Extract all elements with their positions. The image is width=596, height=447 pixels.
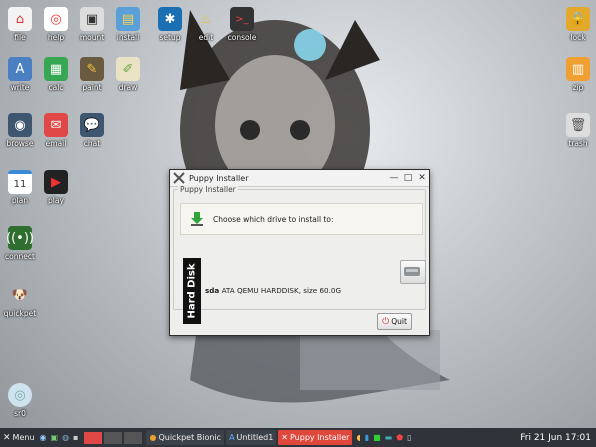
teapot-icon: ♨ [200,11,212,27]
maximize-button[interactable]: □ [401,173,415,183]
calendar-icon: 11 [8,170,32,194]
desktop-icon-trash[interactable]: 🗑 trash [558,113,596,148]
workspace-2[interactable] [104,431,123,444]
quicklaunch-terminal-icon[interactable]: ▪ [73,433,78,442]
desktop-icon-sr0[interactable]: ◎ sr0 [0,383,40,418]
quickpet-task-icon: ● [149,433,157,442]
lock-icon: 🔒 [566,7,590,31]
desktop-icon-paint[interactable]: ✎ paint [72,57,112,92]
drive-select-button[interactable] [400,260,426,284]
prompt-banner: Choose which drive to install to: [180,203,423,235]
installer-task-icon: ✕ [281,433,288,442]
volume-icon[interactable]: ◖ [356,433,360,442]
close-button[interactable]: ✕ [415,173,429,183]
paint-brush-icon: ✎ [80,57,104,81]
workspace-1[interactable] [84,431,103,444]
desktop-icon-zip[interactable]: ▥ zip [558,57,596,92]
tab-hard-disk[interactable]: Hard Disk [183,258,201,324]
antenna-icon: ((•)) [6,226,34,250]
play-icon: ▶ [44,170,68,194]
minimize-button[interactable]: — [387,173,401,183]
desktop-icon-chat[interactable]: 💬 chat [72,113,112,148]
desktop-icon-install[interactable]: ▤ install [108,7,148,42]
drive-name: sda [205,286,220,295]
drive-description: ATA QEMU HARDDISK, size 60.0G [221,286,342,295]
draw-icon: ✐ [116,57,140,81]
desktop-icon-mount[interactable]: ▣ mount [72,7,112,42]
quicklaunch-browser-icon[interactable]: ◉ [40,433,47,442]
task-quickpet[interactable]: ● Quickpet Bionic [146,430,225,445]
quit-icon: ⏻ [382,316,390,327]
package-icon: ▤ [116,7,140,31]
desktop-icon-edit[interactable]: ♨ edit [186,7,226,43]
optical-disc-icon: ◎ [8,383,32,407]
group-label: Puppy Installer [178,185,238,194]
clock[interactable]: Fri 21 Jun 17:01 [516,433,596,443]
desktop-icon-write[interactable]: A write [0,57,40,92]
envelope-icon: ✉ [44,113,68,137]
puppy-x-icon [173,172,185,184]
write-task-icon: A [229,433,235,442]
installer-group: Puppy Installer Choose which drive to in… [173,185,426,324]
desktop-icon-email[interactable]: ✉ email [36,113,76,148]
archive-icon: ▥ [566,57,590,81]
taskbar: ✕ Menu ◉ ▣ ◍ ▪ ● Quickpet Bionic A Untit… [0,428,596,447]
shield-icon[interactable]: ⬟ [396,433,403,442]
desktop-icon-draw[interactable]: ✐ draw [108,57,148,92]
puppy-menu-icon: ✕ [3,432,11,443]
terminal-icon: >_ [230,7,254,31]
trash-icon: 🗑 [566,113,590,137]
task-untitled[interactable]: A Untitled1 [226,430,277,445]
desktop-icon-console[interactable]: >_ console [222,7,262,42]
desktop-icon-file[interactable]: ⌂ file [0,7,40,42]
globe-icon: ◉ [8,113,32,137]
prompt-text: Choose which drive to install to: [213,214,334,224]
quit-button[interactable]: ⏻ Quit [377,313,412,330]
desktop-icon-plan[interactable]: 11 plan [0,170,40,205]
workspace-3[interactable] [124,431,143,444]
menu-button[interactable]: ✕ Menu [0,429,38,446]
install-arrow-icon [191,212,203,226]
desktop-icon-play[interactable]: ▶ play [36,170,76,205]
puppy-logo-icon: 🐶 [11,287,29,303]
drive-info: sda ATA QEMU HARDDISK, size 60.0G [205,286,341,295]
desktop-icon-help[interactable]: ◎ help [36,7,76,42]
installer-window: Puppy Installer — □ ✕ Puppy Installer Ch… [169,169,430,336]
quicklaunch-globe-icon[interactable]: ◍ [62,433,69,442]
spreadsheet-icon: ▦ [44,57,68,81]
desktop-icon-setup[interactable]: ✱ setup [150,7,190,42]
gear-icon: ✱ [158,7,182,31]
desktop-icon-quickpet[interactable]: 🐶 quickpet [0,283,40,319]
desktop-icon-browse[interactable]: ◉ browse [0,113,40,148]
desktop-icon-connect[interactable]: ((•)) connect [0,226,40,261]
home-folder-icon: ⌂ [8,7,32,31]
harddisk-icon [404,267,420,276]
write-icon: A [8,57,32,81]
drive-icon: ▣ [80,7,104,31]
task-puppy-installer[interactable]: ✕ Puppy Installer [278,430,353,445]
status-green-icon[interactable]: ■ [373,433,381,442]
clipboard-icon[interactable]: ▯ [407,433,411,442]
desktop-icon-calc[interactable]: ▦ calc [36,57,76,92]
window-title: Puppy Installer [189,173,249,183]
chat-bubble-icon: 💬 [80,113,104,137]
quicklaunch-files-icon[interactable]: ▣ [51,433,59,442]
lifebuoy-icon: ◎ [44,7,68,31]
desktop-icon-lock[interactable]: 🔒 lock [558,7,596,42]
network-icon[interactable]: ▮ [365,433,369,442]
battery-icon[interactable]: ▬ [385,433,393,442]
